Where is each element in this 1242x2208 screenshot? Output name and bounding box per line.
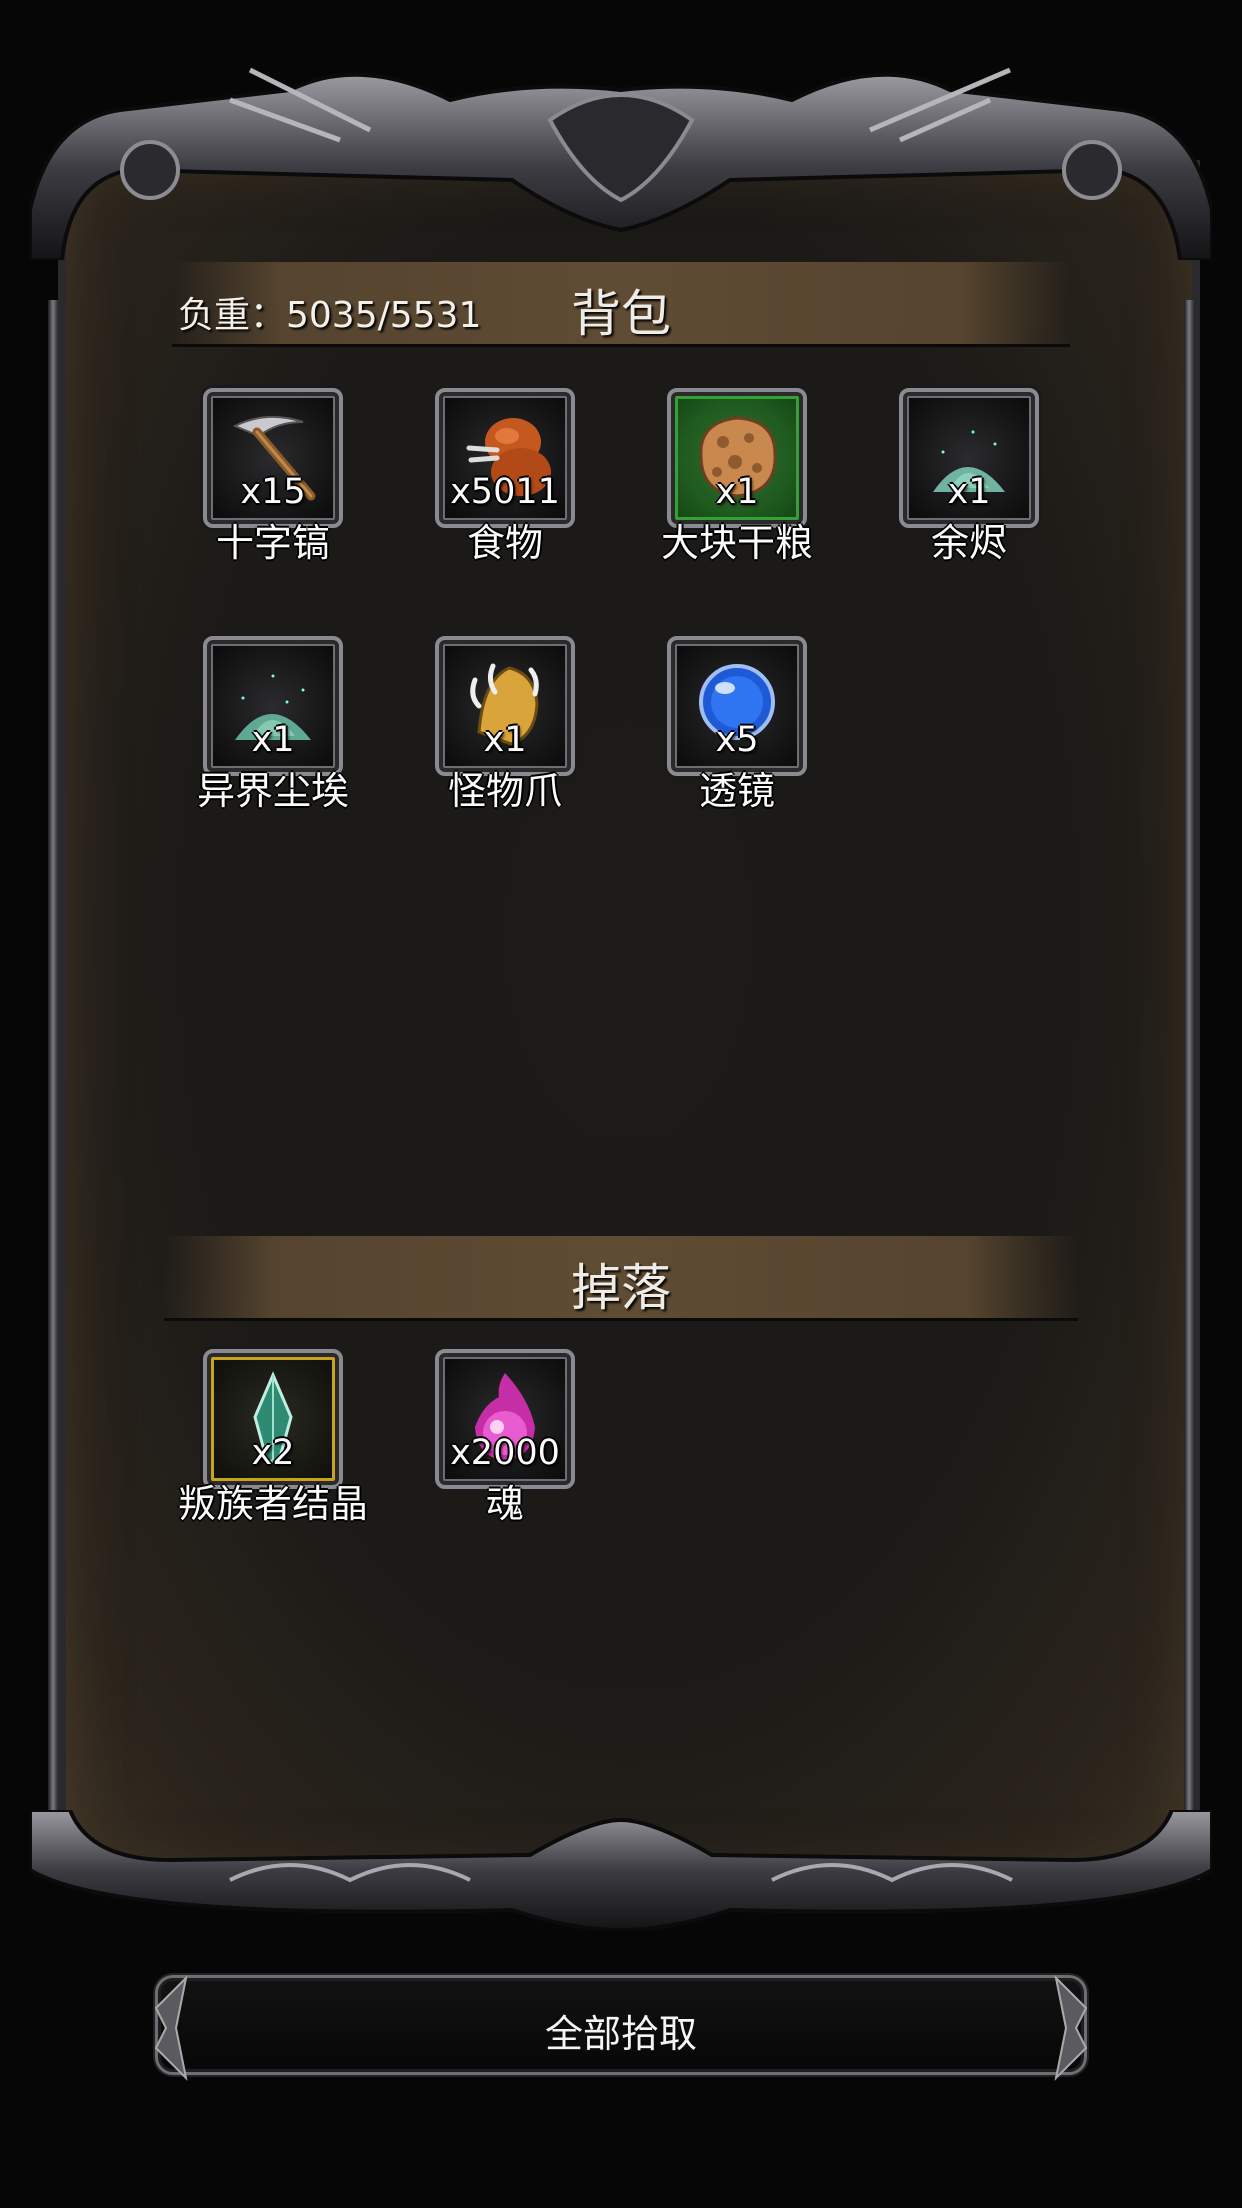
drops-title: 掉落 (571, 1259, 671, 1317)
item-name: 透镜 (698, 769, 775, 813)
right-frame-rail (1184, 300, 1194, 1860)
item-pickaxe[interactable]: x15 十字镐 (150, 388, 370, 578)
pickup-all-button[interactable]: 全部拾取 (154, 1974, 1088, 2082)
item-name: 余烬 (930, 521, 1007, 565)
item-quantity: x1 (251, 720, 295, 760)
item-quantity: x1 (947, 472, 991, 512)
drop-traitor-crystal[interactable]: x2 叛族者结晶 (150, 1349, 370, 1539)
item-quantity: x1 (483, 720, 527, 760)
left-frame-rail (48, 300, 58, 1860)
ornate-bottom-frame (30, 1810, 1212, 1930)
ornate-top-frame (30, 67, 1212, 260)
carry-weight-label: 负重：5035/5531 (178, 295, 482, 336)
item-otherworld-dust[interactable]: x1 异界尘埃 (150, 636, 370, 826)
item-name: 魂 (485, 1482, 524, 1526)
drop-soul[interactable]: x2000 魂 (382, 1349, 602, 1539)
item-quantity: x5011 (450, 472, 560, 512)
item-embers[interactable]: x1 余烬 (846, 388, 1066, 578)
pickup-all-label: 全部拾取 (544, 2012, 697, 2056)
item-quantity: x15 (240, 472, 306, 512)
item-big-ration[interactable]: x1 大块干粮 (614, 388, 834, 578)
item-quantity: x1 (715, 472, 759, 512)
item-quantity: x2000 (450, 1433, 560, 1473)
item-lens[interactable]: x5 透镜 (614, 636, 834, 826)
item-monster-claw[interactable]: x1 怪物爪 (382, 636, 602, 826)
item-quantity: x5 (715, 720, 759, 760)
item-quantity: x2 (251, 1433, 295, 1473)
drops-header-band: 掉落 (164, 1236, 1078, 1321)
item-food[interactable]: x5011 食物 (382, 388, 602, 578)
